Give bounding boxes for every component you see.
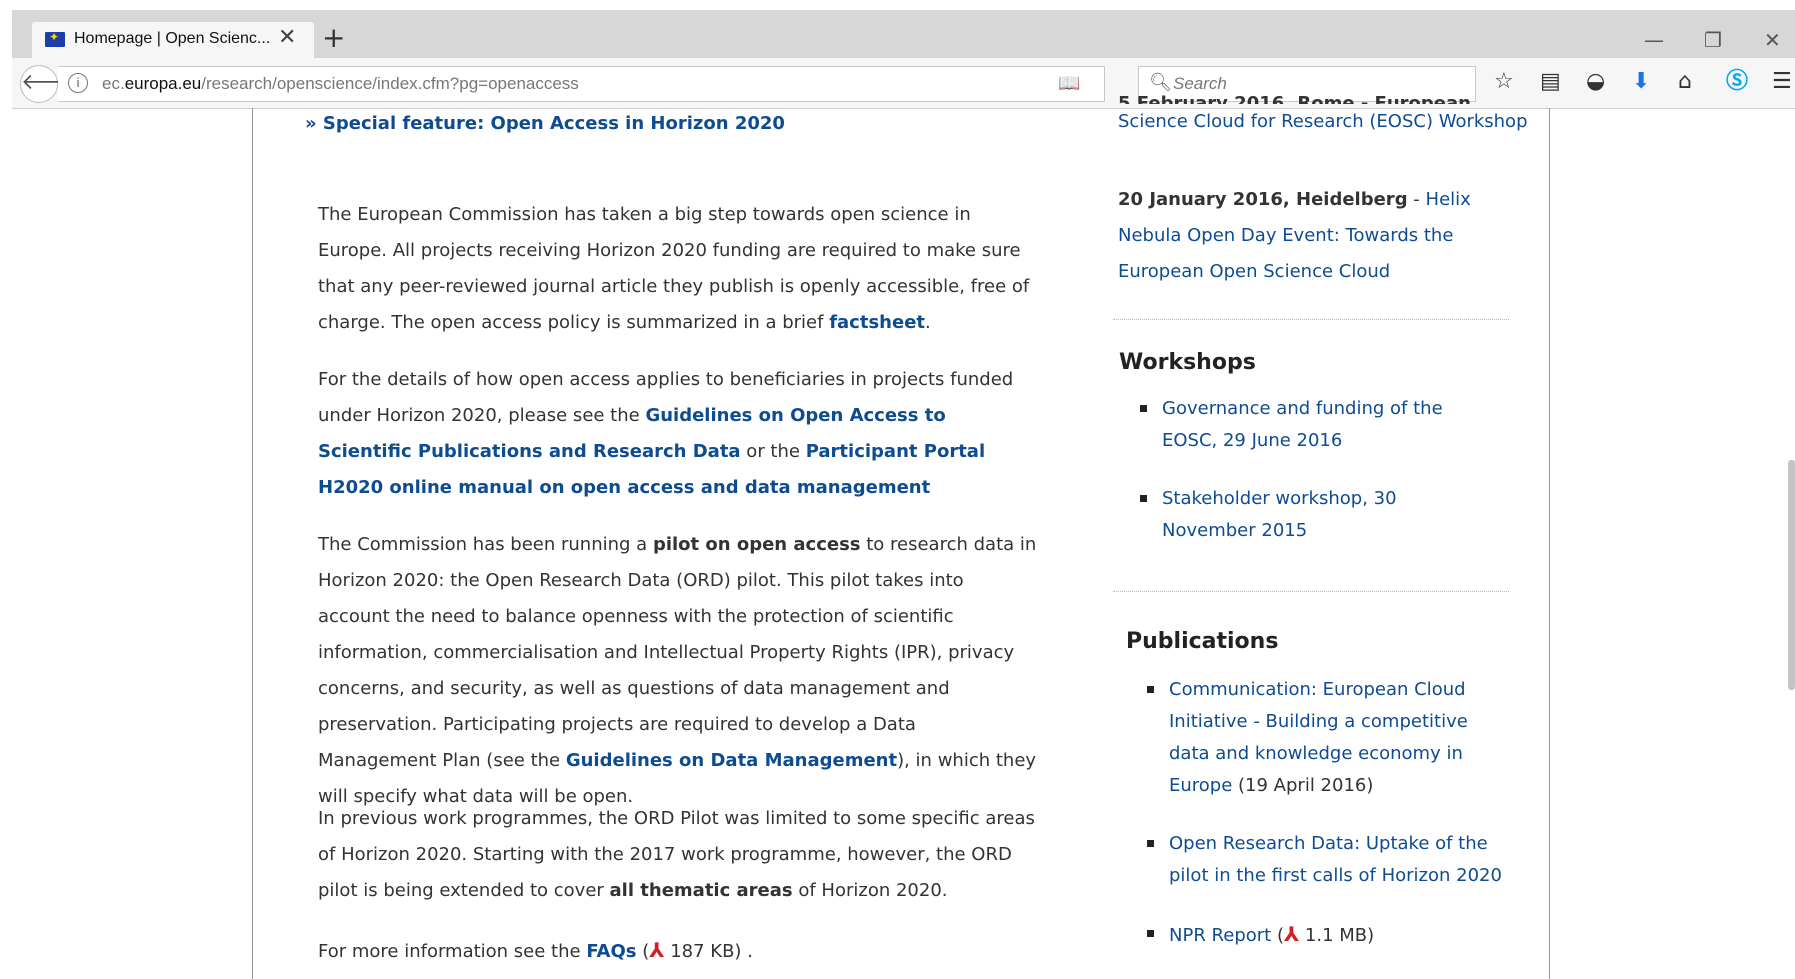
- new-tab-icon[interactable]: +: [322, 24, 345, 52]
- restore-icon[interactable]: ❐: [1704, 28, 1722, 52]
- p1-end: .: [925, 312, 931, 333]
- paragraph-policy: The European Commission has taken a big …: [318, 197, 1038, 341]
- p5-text: For more information see the: [318, 941, 587, 962]
- pilot-bold: pilot on open access: [652, 534, 861, 555]
- workshop-stakeholder-link[interactable]: Stakeholder workshop, 30 November 2015: [1162, 488, 1397, 541]
- p3-text-a: The Commission has been running a: [318, 534, 653, 555]
- pdf-icon: ⅄: [1283, 922, 1300, 946]
- p3-text-b: to research data in Horizon 2020: the Op…: [318, 534, 1037, 771]
- paragraph-pilot: The Commission has been running a pilot …: [318, 527, 1038, 815]
- url-path: /research/openscience/index.cfm?pg=opena…: [201, 74, 579, 93]
- download-icon[interactable]: ⬇: [1632, 68, 1650, 96]
- paragraph-guidelines: For the details of how open access appli…: [318, 362, 1038, 506]
- npr-size: 1.1 MB): [1299, 925, 1375, 946]
- guidelines-data-management-link[interactable]: Guidelines on Data Management: [566, 750, 897, 771]
- paragraph-ord-pilot: In previous work programmes, the ORD Pil…: [318, 801, 1038, 909]
- list-item: Open Research Data: Uptake of the pilot …: [1147, 828, 1507, 892]
- reading-list-icon[interactable]: ▤: [1540, 68, 1561, 96]
- workshops-list: Governance and funding of the EOSC, 29 J…: [1140, 393, 1480, 547]
- faqs-link[interactable]: FAQs: [586, 941, 636, 962]
- publication-date: (19 April 2016): [1232, 775, 1374, 796]
- paragraph-faqs: For more information see the FAQs (⅄ 187…: [318, 932, 1038, 970]
- back-button[interactable]: 🡐: [20, 65, 80, 103]
- event-heidelberg: 20 January 2016, Heidelberg - Helix Nebu…: [1118, 182, 1508, 290]
- special-feature-link[interactable]: » Special feature: Open Access in Horizo…: [305, 113, 785, 134]
- tab-strip: Homepage | Open Scienc... ✕ + — ❐ ✕: [12, 10, 1795, 58]
- list-item: NPR Report (⅄ 1.1 MB): [1147, 918, 1507, 952]
- npr-paren: (: [1271, 925, 1284, 946]
- event1-truncated-line: 5 February 2016, Rome - European Open: [1118, 93, 1471, 104]
- publications-list: Communication: European Cloud Initiative…: [1147, 674, 1507, 952]
- event2-separator: -: [1407, 189, 1426, 210]
- event-rome: 5 February 2016, Rome - European Open Sc…: [1118, 88, 1528, 140]
- publications-title: Publications: [1126, 629, 1279, 654]
- publication-npr-report-link[interactable]: NPR Report: [1169, 925, 1271, 946]
- eosc-workshop-link[interactable]: Science Cloud for Research (EOSC) Worksh…: [1118, 111, 1528, 132]
- menu-icon[interactable]: ☰: [1772, 68, 1792, 96]
- home-icon[interactable]: ⌂: [1678, 68, 1692, 96]
- pocket-icon[interactable]: ◒: [1586, 68, 1605, 96]
- divider: [1113, 591, 1509, 592]
- list-item: Governance and funding of the EOSC, 29 J…: [1140, 393, 1480, 457]
- minimize-icon[interactable]: —: [1644, 28, 1664, 52]
- workshop-governance-link[interactable]: Governance and funding of the EOSC, 29 J…: [1162, 398, 1443, 451]
- p2-or: or the: [740, 441, 806, 462]
- close-tab-icon[interactable]: ✕: [278, 25, 296, 50]
- scrollbar-thumb[interactable]: [1788, 460, 1795, 690]
- thematic-areas-bold: all thematic areas: [609, 880, 793, 901]
- url-host: europa.eu: [124, 74, 202, 93]
- workshops-title: Workshops: [1119, 350, 1256, 375]
- eu-flag-favicon-icon: [45, 30, 65, 47]
- publication-ord-uptake-link[interactable]: Open Research Data: Uptake of the pilot …: [1169, 833, 1502, 886]
- browser-tab[interactable]: Homepage | Open Scienc... ✕: [32, 22, 314, 58]
- url-host-prefix: ec.: [102, 74, 125, 93]
- p5-paren: (: [636, 941, 650, 962]
- factsheet-link[interactable]: factsheet: [829, 312, 925, 333]
- faqs-size: 187 KB) .: [664, 941, 753, 962]
- reader-view-icon[interactable]: 📖: [1058, 73, 1080, 94]
- event2-date: 20 January 2016, Heidelberg: [1118, 189, 1408, 210]
- list-item: Communication: European Cloud Initiative…: [1147, 674, 1507, 802]
- close-window-icon[interactable]: ✕: [1764, 28, 1781, 52]
- tab-title: Homepage | Open Scienc...: [74, 30, 271, 47]
- pdf-icon: ⅄: [649, 938, 665, 962]
- info-icon[interactable]: i: [68, 73, 88, 93]
- url-text: ec.europa.eu/research/openscience/index.…: [102, 74, 579, 94]
- skype-icon[interactable]: Ⓢ: [1726, 68, 1748, 96]
- url-bar[interactable]: i ec.europa.eu/research/openscience/inde…: [58, 66, 1162, 102]
- divider: [1113, 319, 1509, 320]
- p4-text-b: of Horizon 2020.: [792, 880, 948, 901]
- list-item: Stakeholder workshop, 30 November 2015: [1140, 483, 1480, 547]
